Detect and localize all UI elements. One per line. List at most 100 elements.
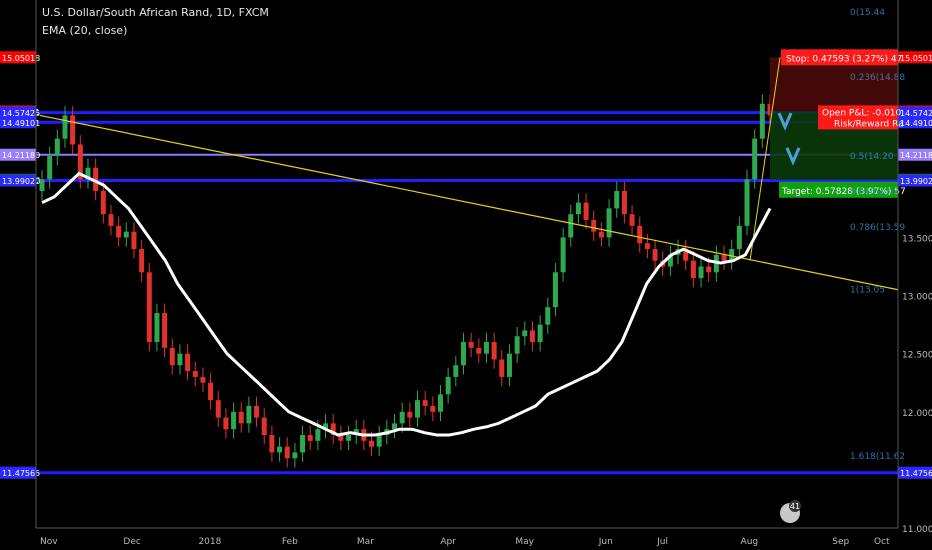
- x-tick-label-4: Mar: [357, 537, 374, 547]
- candle-body-73: [598, 231, 604, 238]
- x-tick-label-7: Jun: [598, 537, 613, 547]
- level-label-0-1: 15.05018: [900, 54, 932, 63]
- candle-body-56: [468, 342, 474, 348]
- candle-body-58: [483, 342, 489, 354]
- candle-body-20: [192, 371, 198, 377]
- candle-body-32: [284, 446, 290, 459]
- level-label-7-0: 11.47565: [2, 469, 40, 478]
- candle-body-17: [169, 347, 175, 366]
- fib-label-2: 0.5(14.20: [850, 152, 894, 162]
- candle-body-3: [62, 115, 68, 139]
- candle-body-71: [583, 202, 589, 221]
- candle-body-18: [177, 353, 183, 366]
- stop-zone: [770, 57, 898, 112]
- x-tick-label-11: Oct: [874, 537, 890, 547]
- candle-body-22: [208, 382, 214, 401]
- x-tick-label-0: Nov: [40, 537, 58, 547]
- candle-body-54: [453, 365, 459, 377]
- x-tick-label-6: May: [515, 537, 534, 547]
- x-tick-label-10: Sep: [832, 537, 849, 547]
- candle-body-61: [506, 353, 512, 377]
- x-tick-label-3: Feb: [282, 537, 298, 547]
- candle-body-43: [369, 440, 375, 447]
- candle-body-11: [123, 231, 129, 238]
- level-label-7-1: 11.47565: [900, 469, 932, 478]
- x-tick-label-8: Jul: [656, 537, 668, 547]
- candle-body-12: [131, 231, 137, 250]
- rr-label: Risk/Reward Ra: [834, 119, 904, 129]
- candle-body-27: [246, 405, 252, 424]
- candle-body-36: [315, 429, 321, 441]
- candle-body-35: [307, 435, 313, 441]
- trendline: [39, 114, 899, 291]
- candle-body-80: [652, 249, 658, 261]
- candle-body-89: [721, 254, 727, 261]
- candle-body-21: [200, 376, 206, 383]
- pnl-label: Open P&L: -0.010: [822, 108, 902, 118]
- level-label-3-1: 14.49101: [900, 119, 932, 128]
- level-label-4-1: 14.21180: [900, 151, 932, 160]
- candle-body-75: [614, 190, 620, 209]
- level-label-6-0: 13.99020: [2, 177, 40, 186]
- candle-body-15: [154, 312, 160, 343]
- candle-body-74: [606, 208, 612, 238]
- candle-body-33: [292, 452, 298, 459]
- candle-body-9: [108, 214, 114, 226]
- candle-body-13: [139, 249, 145, 273]
- x-tick-label-9: Aug: [741, 537, 759, 547]
- candle-body-59: [491, 342, 497, 360]
- candle-body-70: [575, 202, 581, 215]
- candle-body-60: [499, 359, 505, 377]
- candle-body-65: [537, 324, 543, 343]
- candle-body-28: [254, 405, 260, 418]
- candle-body-69: [568, 214, 574, 238]
- candle-body-1: [47, 156, 53, 180]
- candle-body-26: [238, 411, 244, 424]
- candle-body-53: [445, 376, 451, 395]
- candle-body-19: [185, 353, 191, 372]
- candle-body-67: [552, 272, 558, 308]
- price-chart[interactable]: 15.0501815.0501814.5844114.5844114.57425…: [0, 0, 932, 550]
- candle-body-0: [39, 179, 45, 191]
- candle-body-55: [460, 342, 466, 366]
- candle-body-10: [116, 225, 122, 238]
- x-tick-label-5: Apr: [440, 537, 456, 547]
- candle-body-40: [346, 435, 352, 441]
- candle-body-14: [146, 272, 152, 343]
- candle-body-64: [529, 330, 535, 343]
- candle-body-94: [759, 103, 765, 139]
- candle-body-86: [698, 266, 704, 279]
- candle-body-63: [522, 330, 528, 337]
- candle-body-85: [690, 260, 696, 279]
- candle-body-51: [430, 405, 436, 412]
- fib-label-5: 1(13.05: [850, 286, 885, 296]
- candle-body-29: [261, 417, 267, 436]
- level-label-6-1: 13.99020: [900, 177, 932, 186]
- candle-body-48: [407, 411, 413, 418]
- candle-body-24: [223, 417, 229, 430]
- candle-body-16: [162, 312, 168, 348]
- y-tick-label-2: 12.50000: [902, 351, 932, 361]
- y-tick-label-4: 11.00000: [902, 525, 932, 535]
- level-label-4-0: 14.21180: [2, 151, 40, 160]
- candle-body-34: [300, 435, 306, 453]
- candle-body-44: [376, 435, 382, 447]
- candle-body-66: [545, 307, 551, 325]
- level-label-3-0: 14.49101: [2, 119, 40, 128]
- x-tick-label-2: 2018: [198, 537, 221, 547]
- candle-body-62: [514, 336, 520, 354]
- candle-body-47: [399, 411, 405, 424]
- candle-body-4: [70, 115, 76, 145]
- candle-body-68: [560, 237, 566, 273]
- candle-body-57: [476, 347, 482, 354]
- candle-body-2: [54, 138, 60, 157]
- candle-body-78: [637, 225, 643, 244]
- candle-body-49: [414, 400, 420, 418]
- fib-label-6: 1.618(11.62: [850, 452, 905, 462]
- candle-body-91: [736, 225, 742, 250]
- candle-body-79: [644, 243, 650, 250]
- y-tick-label-1: 13.00000: [902, 293, 932, 303]
- event-badge-count: 41: [790, 502, 800, 511]
- candle-body-31: [277, 446, 283, 453]
- y-tick-label-0: 13.50000: [902, 234, 932, 244]
